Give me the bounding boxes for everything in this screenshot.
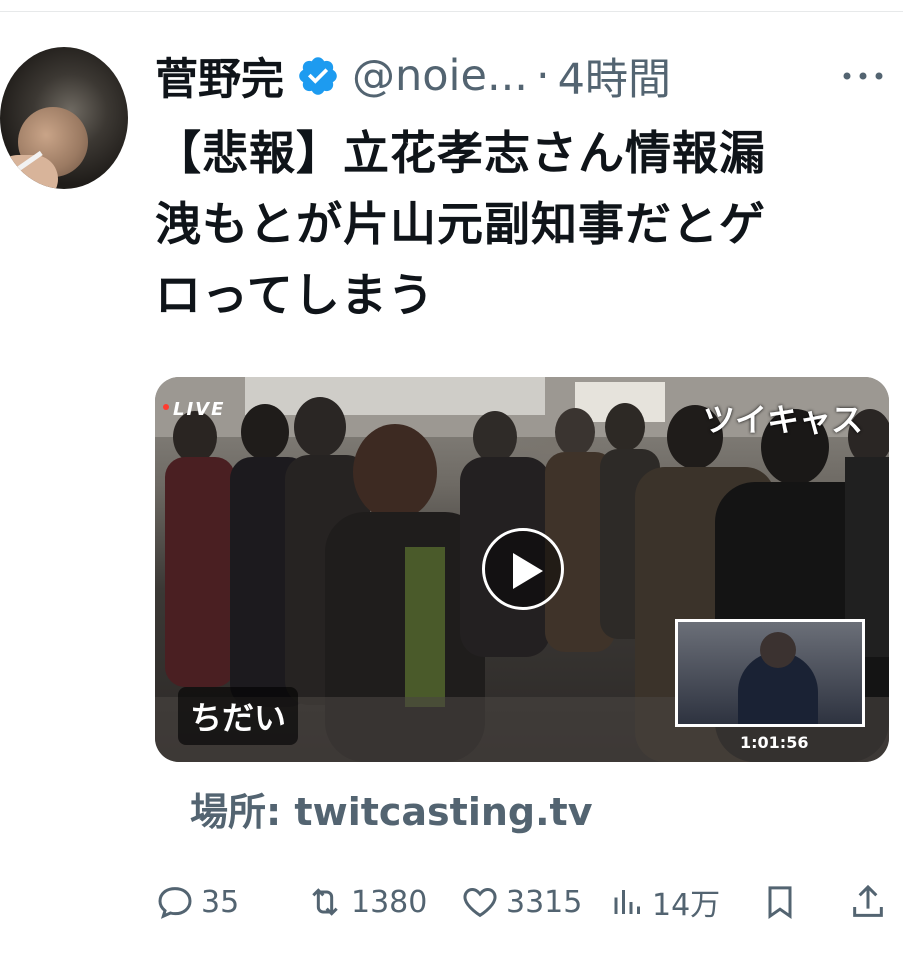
twitcasting-watermark: ツイキャス <box>702 401 863 439</box>
like-button[interactable]: 3315 <box>460 880 582 924</box>
header-separator: · <box>535 51 550 101</box>
play-button[interactable] <box>482 528 564 610</box>
tweet-time[interactable]: 4時間 <box>558 45 671 107</box>
reply-button[interactable]: 35 <box>155 880 239 924</box>
like-count: 3315 <box>506 884 583 920</box>
verified-badge-icon <box>299 57 337 95</box>
tweet-actions: 35 1380 3315 14万 <box>155 880 895 924</box>
video-thumbnail[interactable]: LIVE ツイキャス ちだい 1:01:56 <box>155 377 889 762</box>
top-divider <box>0 11 903 12</box>
video-duration: 1:01:56 <box>740 733 809 752</box>
avatar[interactable] <box>0 47 128 189</box>
card-source-link[interactable]: 場所: twitcasting.tv <box>190 781 593 836</box>
views-chart-icon <box>614 890 640 914</box>
picture-in-picture-preview <box>675 619 865 727</box>
tweet-header: 菅野完 @noie... · 4時間 <box>155 46 671 106</box>
live-dot <box>163 404 169 410</box>
tweet-text: 【悲報】立花孝志さん情報漏 洩もとが片山元副知事だとゲ ロってしまう <box>155 126 766 322</box>
author-name[interactable]: 菅野完 <box>155 45 284 107</box>
retweet-icon <box>312 888 338 916</box>
retweet-count: 1380 <box>351 884 428 920</box>
share-icon <box>853 884 883 917</box>
pip-person-head <box>760 632 796 668</box>
reply-icon <box>158 887 192 919</box>
more-options-icon[interactable] <box>838 56 888 96</box>
retweet-button[interactable]: 1380 <box>305 880 427 924</box>
caster-label: ちだい <box>178 687 299 745</box>
bookmark-icon <box>768 886 792 920</box>
play-icon <box>513 553 543 589</box>
heart-icon <box>463 887 497 918</box>
share-button[interactable] <box>848 880 894 924</box>
bookmark-button[interactable] <box>760 880 806 924</box>
author-handle[interactable]: @noie... <box>352 51 528 101</box>
view-count: 14万 <box>652 888 721 923</box>
reply-count: 35 <box>201 884 240 920</box>
views-button[interactable]: 14万 <box>610 880 720 924</box>
live-label: LIVE <box>173 399 226 420</box>
